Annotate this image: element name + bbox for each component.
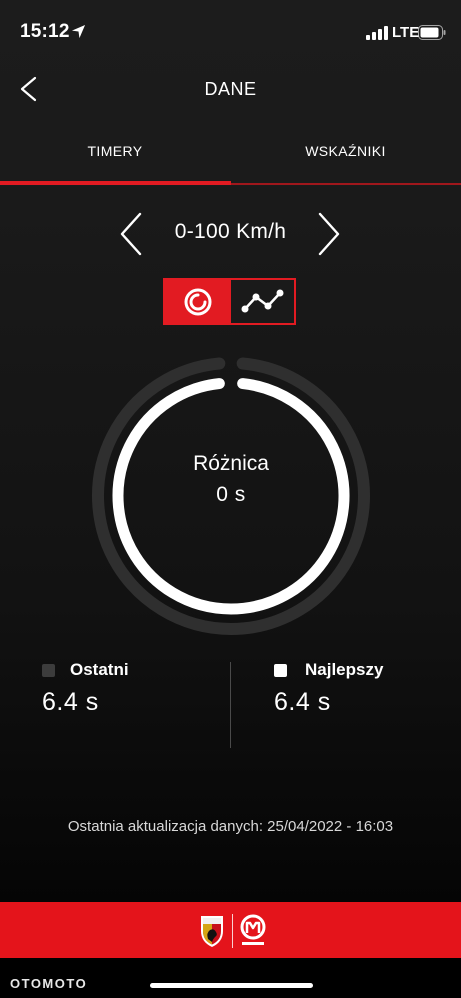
tab-wskazniki[interactable]: WSKAŹNIKI [230,116,461,184]
home-indicator[interactable] [150,983,313,988]
stats-divider [230,662,231,748]
network-type: LTE [392,24,420,41]
brand-footer [0,902,461,958]
app-screen: 15:12 LTE DANE TIMERY WSKAŹNIKI 0-100 Km… [0,0,461,998]
page-title: DANE [204,79,257,99]
chart-line-icon [241,289,284,313]
chevron-right-icon[interactable] [314,209,344,259]
mopar-logo [240,914,266,945]
view-toggle [163,278,296,325]
best-legend-swatch [274,664,287,677]
last-value: 6.4 s [42,688,99,716]
last-update-text: Ostatnia aktualizacja danych: 25/04/2022… [67,818,394,835]
battery-icon [418,25,446,40]
nav-header: DANE [0,66,461,114]
best-value: 6.4 s [274,688,331,716]
status-time: 15:12 [20,21,70,42]
active-tab-indicator [0,181,231,185]
abarth-logo [201,916,223,947]
timer-view-button[interactable] [165,280,231,323]
chart-view-button[interactable] [231,280,294,323]
metric-selector: 0-100 Km/h [0,205,461,263]
location-arrow-icon [71,24,86,39]
footer-logo-separator [232,914,233,948]
last-label: Ostatni [70,660,129,679]
timer-icon [184,288,212,316]
signal-icon [366,26,388,40]
status-bar: 15:12 LTE [0,0,461,66]
otomoto-watermark: OTOMOTO [10,976,88,991]
best-label: Najlepszy [305,660,384,679]
tab-timery[interactable]: TIMERY [0,116,230,184]
difference-value: 0 s [216,483,246,506]
difference-label: Różnica [193,452,269,475]
last-legend-swatch [42,664,55,677]
selector-label: 0-100 Km/h [174,220,287,243]
tab-bar: TIMERY WSKAŹNIKI [0,116,461,186]
